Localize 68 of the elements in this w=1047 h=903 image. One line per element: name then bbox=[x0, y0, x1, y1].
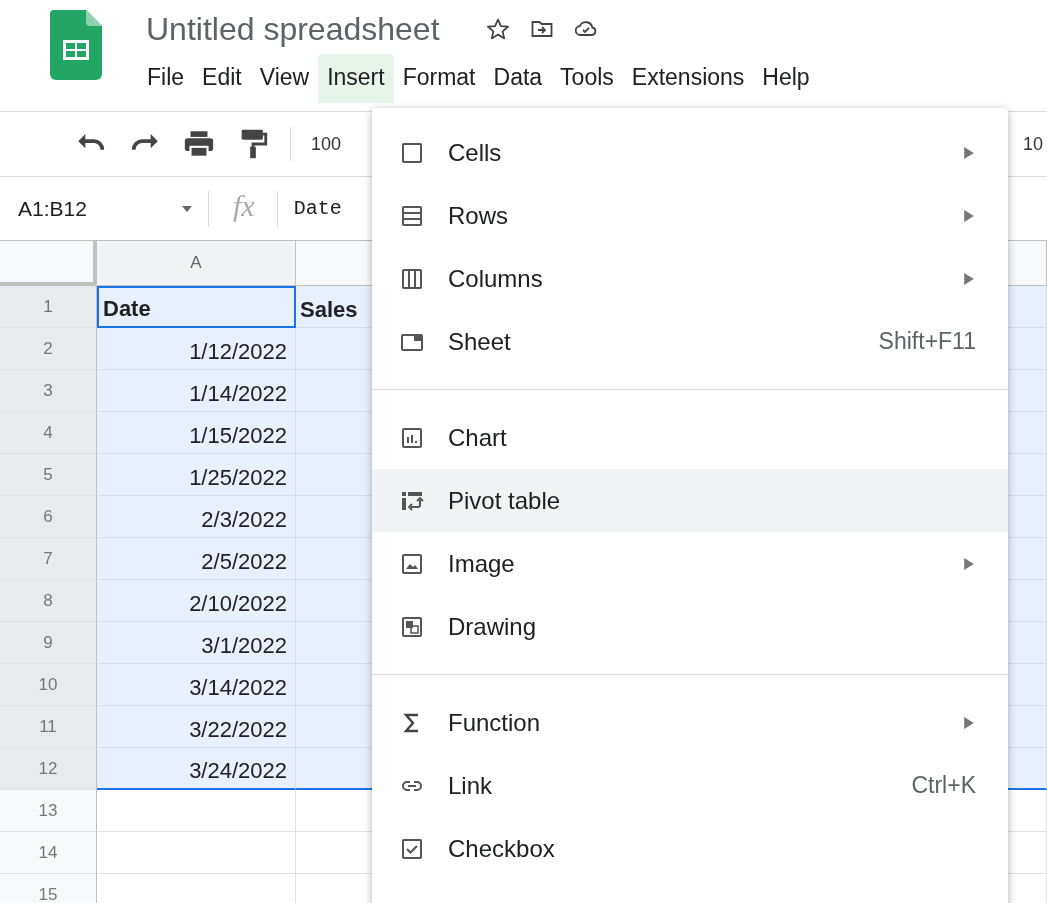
menu-item[interactable]: Help bbox=[753, 54, 819, 103]
column-header[interactable]: A bbox=[97, 241, 296, 286]
table-cell[interactable]: 1/25/2022 bbox=[97, 454, 296, 496]
row-header[interactable]: 3 bbox=[0, 370, 97, 412]
menu-item[interactable]: Drawing bbox=[372, 595, 1008, 658]
row-header[interactable]: 9 bbox=[0, 622, 97, 664]
menu-item[interactable]: Rows bbox=[372, 184, 1008, 247]
menu-item[interactable]: Data bbox=[484, 54, 552, 103]
checkbox-icon bbox=[400, 836, 424, 861]
row-header[interactable]: 10 bbox=[0, 664, 97, 706]
row-header[interactable]: 4 bbox=[0, 412, 97, 454]
menu-item[interactable]: Insert bbox=[318, 54, 394, 103]
menu-item[interactable]: Checkbox bbox=[372, 817, 1008, 880]
chart-icon bbox=[400, 425, 424, 450]
star-icon[interactable] bbox=[485, 17, 510, 41]
menu-item[interactable]: Columns bbox=[372, 247, 1008, 310]
table-cell[interactable]: 3/14/2022 bbox=[97, 664, 296, 706]
table-cell[interactable] bbox=[97, 790, 296, 832]
menu-item[interactable]: Edit bbox=[193, 54, 251, 103]
table-cell[interactable]: 2/10/2022 bbox=[97, 580, 296, 622]
row-header[interactable]: 5 bbox=[0, 454, 97, 496]
row-header[interactable]: 13 bbox=[0, 790, 97, 832]
table-cell[interactable]: 2/3/2022 bbox=[97, 496, 296, 538]
table-cell[interactable]: 1/14/2022 bbox=[97, 370, 296, 412]
drawing-icon bbox=[400, 614, 424, 639]
table-cell[interactable]: 1/12/2022 bbox=[97, 328, 296, 370]
image-icon bbox=[400, 551, 424, 576]
menu-item[interactable]: Link Ctrl+K bbox=[372, 754, 1008, 817]
shortcut-label: Ctrl+K bbox=[911, 772, 976, 799]
row-header[interactable]: 12 bbox=[0, 748, 97, 790]
menu-item[interactable]: Cells bbox=[372, 121, 1008, 184]
row-header[interactable]: 7 bbox=[0, 538, 97, 580]
table-cell[interactable]: 2/5/2022 bbox=[97, 538, 296, 580]
row-header[interactable]: 2 bbox=[0, 328, 97, 370]
menu-item[interactable]: Image bbox=[372, 532, 1008, 595]
menu-item[interactable]: Tools bbox=[551, 54, 623, 103]
shortcut-label: Shift+F11 bbox=[878, 328, 976, 355]
table-cell[interactable] bbox=[97, 832, 296, 874]
row-header[interactable]: 11 bbox=[0, 706, 97, 748]
menu-item[interactable]: Chart bbox=[372, 406, 1008, 469]
menu-item[interactable]: Extensions bbox=[622, 54, 754, 103]
table-cell[interactable]: Date bbox=[97, 286, 296, 328]
menu-item[interactable]: File bbox=[138, 54, 194, 103]
columns-icon bbox=[400, 266, 424, 291]
menu-item[interactable]: View bbox=[250, 54, 319, 103]
menu-item[interactable]: Sheet Shift+F11 bbox=[372, 310, 1008, 373]
square-icon bbox=[400, 140, 424, 165]
sheets-logo-icon[interactable] bbox=[50, 10, 102, 80]
row-header[interactable]: 6 bbox=[0, 496, 97, 538]
table-cell[interactable]: 1/15/2022 bbox=[97, 412, 296, 454]
font-size-field[interactable]: 10 bbox=[1022, 133, 1043, 155]
zoom-select[interactable]: 100 bbox=[311, 133, 342, 155]
menu-item[interactable]: Format bbox=[393, 54, 485, 103]
row-header[interactable]: 1 bbox=[0, 286, 97, 328]
document-title[interactable]: Untitled spreadsheet bbox=[146, 10, 440, 48]
rows-icon bbox=[400, 203, 424, 228]
row-header[interactable]: 8 bbox=[0, 580, 97, 622]
menu-item[interactable]: Pivot table bbox=[372, 469, 1008, 532]
row-header[interactable]: 14 bbox=[0, 832, 97, 874]
function-label: fx bbox=[233, 188, 255, 223]
name-box[interactable]: A1:B12 bbox=[18, 196, 168, 221]
table-cell[interactable]: 3/24/2022 bbox=[97, 748, 296, 790]
table-cell[interactable]: 3/1/2022 bbox=[97, 622, 296, 664]
row-header[interactable]: 15 bbox=[0, 874, 97, 903]
menu-item[interactable]: Function bbox=[372, 691, 1008, 754]
table-cell[interactable]: 3/22/2022 bbox=[97, 706, 296, 748]
caret-icon[interactable] bbox=[182, 205, 192, 212]
formula-input[interactable]: Date bbox=[293, 197, 342, 220]
